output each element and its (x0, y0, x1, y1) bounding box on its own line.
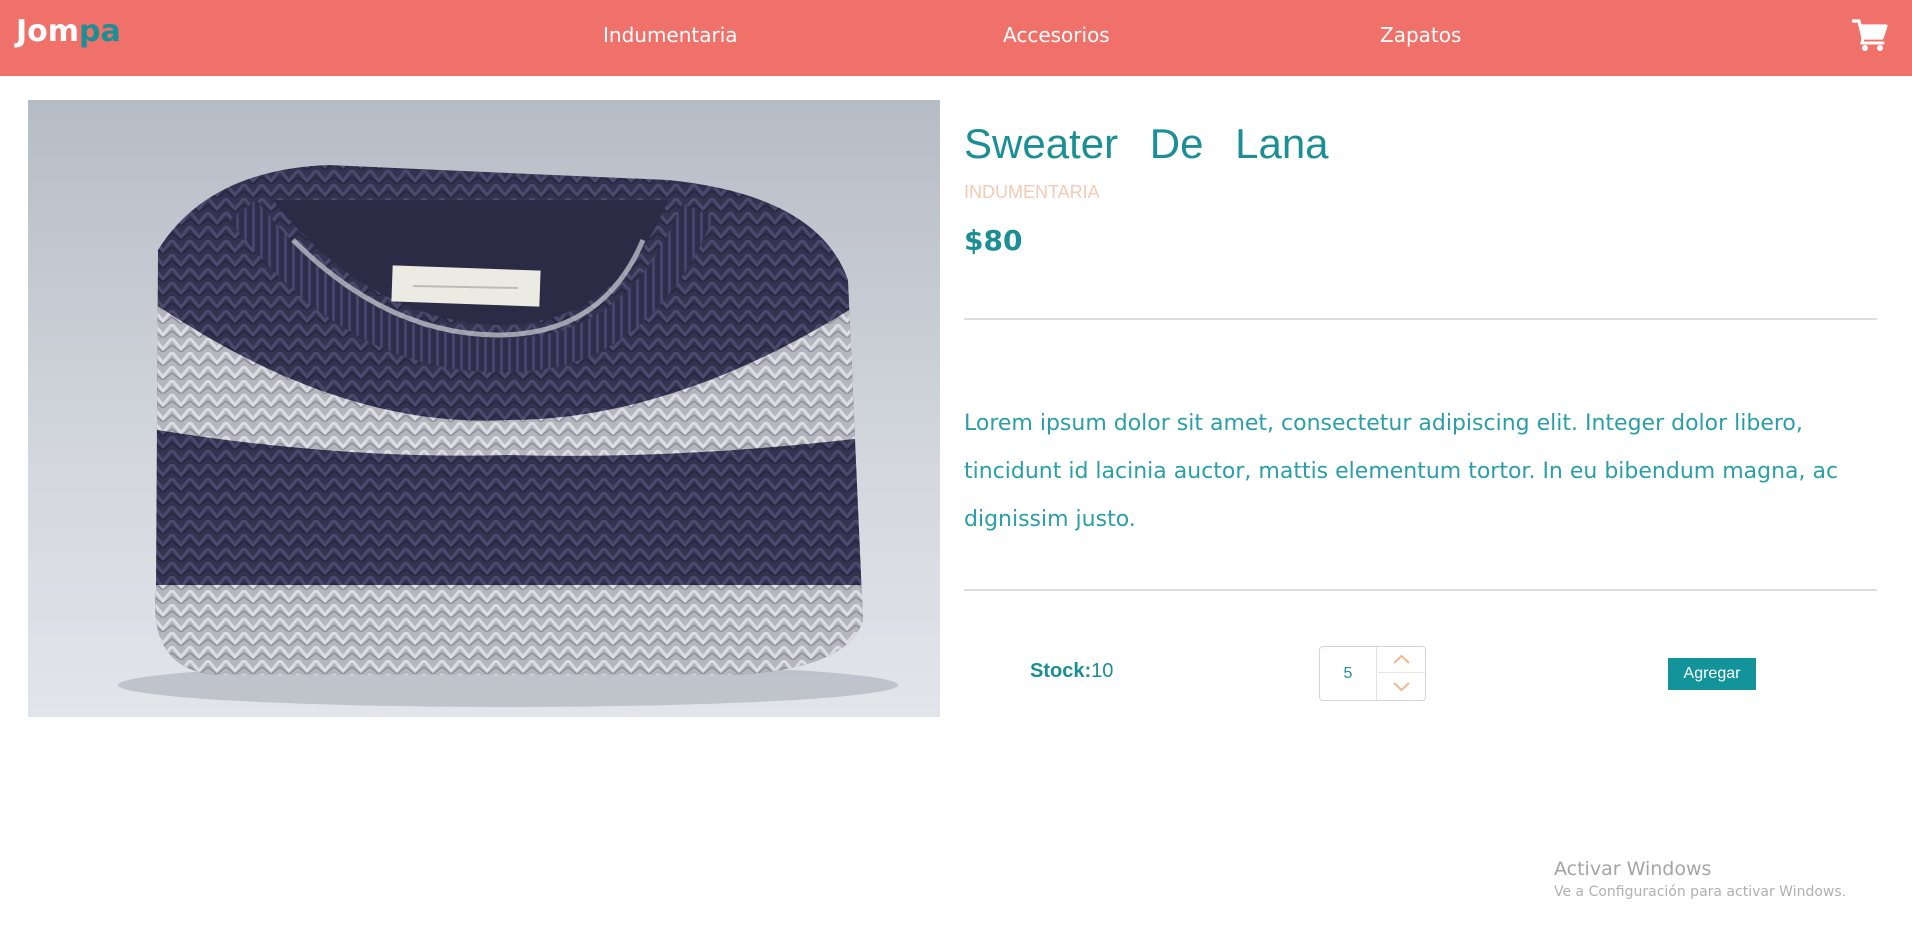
product-category: INDUMENTARIA (964, 182, 1100, 202)
product-image (28, 100, 940, 717)
stock-label: Stock: (1030, 660, 1092, 682)
product-description: Lorem ipsum dolor sit amet, consectetur … (964, 411, 1839, 532)
quantity-stepper[interactable]: 5 (1319, 646, 1426, 701)
stock-value: 10 (1091, 660, 1114, 682)
product-title: Sweater De Lana (964, 120, 1329, 167)
quantity-increment-button[interactable] (1378, 647, 1425, 673)
brand-logo[interactable]: Jompa (16, 14, 121, 49)
chevron-down-icon (1393, 682, 1410, 692)
divider-top (964, 318, 1877, 320)
nav-link-accesorios[interactable]: Accesorios (1003, 23, 1110, 47)
shopping-cart-icon[interactable] (1852, 18, 1888, 52)
quantity-decrement-button[interactable] (1378, 674, 1425, 700)
brand-part-2: pa (79, 14, 121, 49)
chevron-up-icon (1393, 654, 1410, 664)
nav-link-zapatos[interactable]: Zapatos (1380, 23, 1461, 47)
quantity-input[interactable]: 5 (1320, 647, 1377, 700)
nav-link-indumentaria[interactable]: Indumentaria (603, 23, 738, 47)
add-to-cart-button[interactable]: Agregar (1668, 658, 1756, 690)
brand-part-1: Jom (16, 14, 80, 49)
divider-bottom (964, 589, 1877, 591)
sweater-illustration (118, 165, 898, 707)
windows-activation-title: Activar Windows (1554, 858, 1712, 880)
product-price: $80 (964, 224, 1023, 257)
windows-activation-subtitle: Ve a Configuración para activar Windows. (1554, 884, 1847, 900)
stock-info: Stock:10 (1030, 660, 1113, 683)
navbar: Jompa Indumentaria Accesorios Zapatos (0, 0, 1912, 76)
